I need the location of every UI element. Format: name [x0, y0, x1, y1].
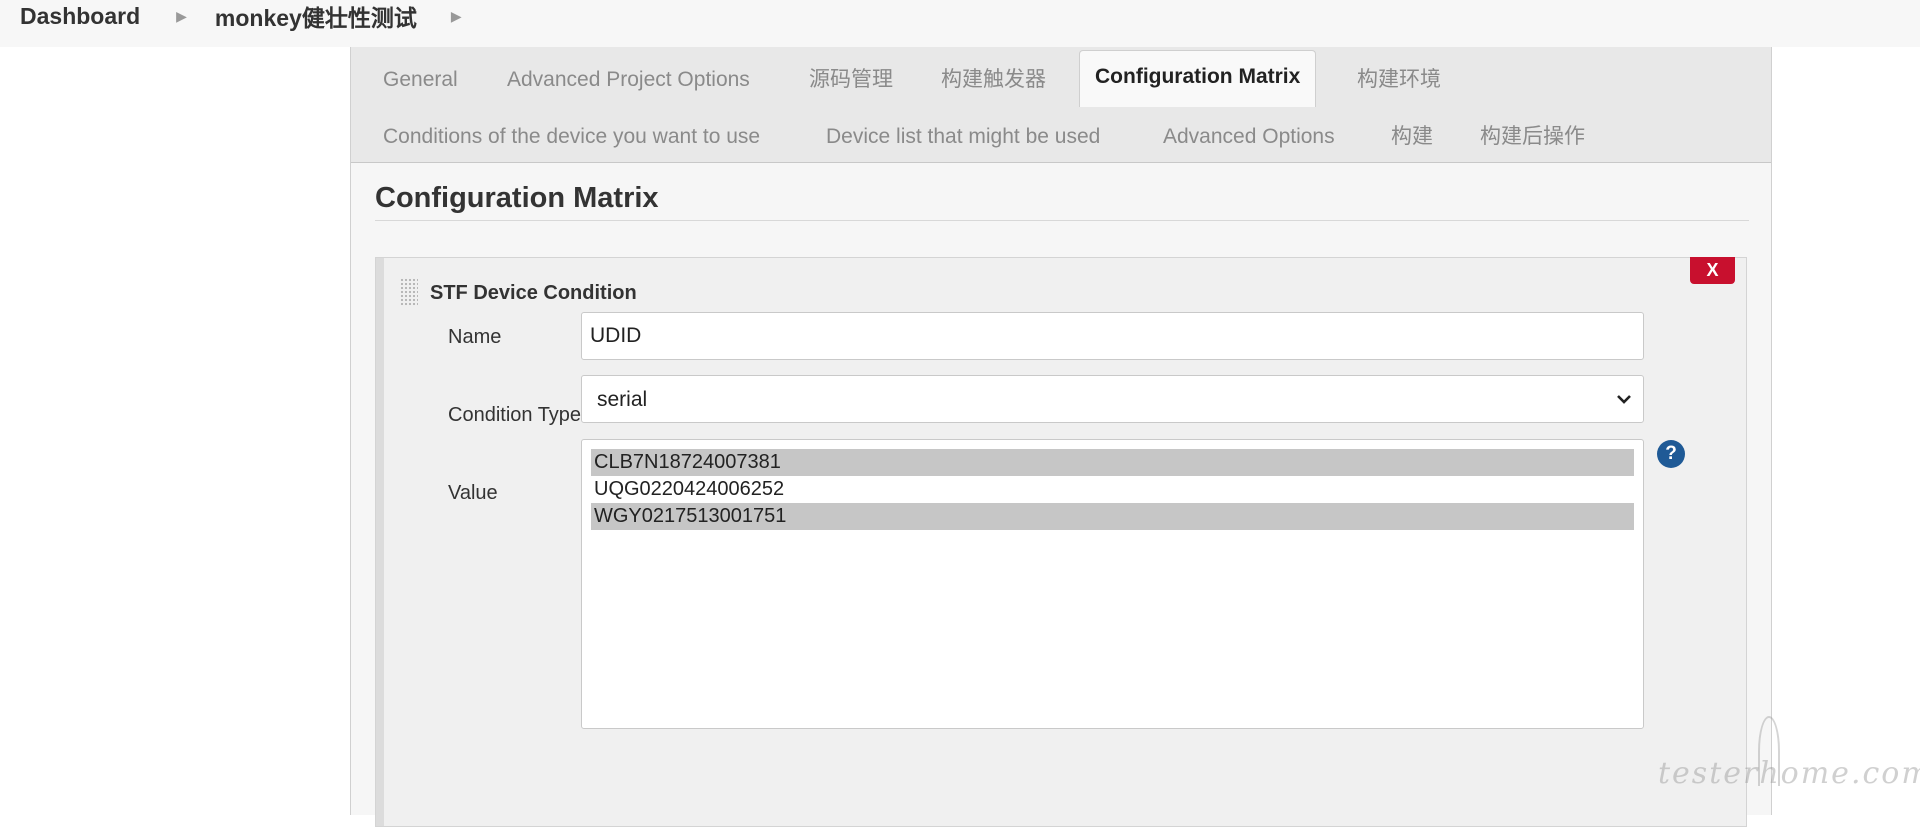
- value-label: Value: [448, 482, 498, 504]
- drag-handle-icon[interactable]: [400, 278, 418, 306]
- value-listbox[interactable]: CLB7N18724007381 UQG0220424006252 WGY021…: [581, 439, 1644, 729]
- breadcrumb: Dashboard ▶ monkey健壮性测试 ▶: [0, 0, 1920, 47]
- tab-advanced-options[interactable]: Advanced Options: [1163, 126, 1335, 147]
- section-title: Configuration Matrix: [375, 182, 659, 214]
- condition-title: STF Device Condition: [430, 282, 637, 304]
- condition-type-value: serial: [597, 388, 648, 411]
- delete-condition-button[interactable]: X: [1690, 257, 1735, 284]
- help-icon[interactable]: ?: [1657, 440, 1685, 468]
- card-left-border: [376, 258, 384, 826]
- tab-device-conditions[interactable]: Conditions of the device you want to use: [383, 126, 760, 147]
- tab-build[interactable]: 构建: [1391, 126, 1433, 147]
- chevron-right-icon[interactable]: ▶: [176, 8, 187, 25]
- tab-build-triggers[interactable]: 构建触发器: [941, 69, 1046, 90]
- watermark: testerhome.com: [1658, 756, 1920, 791]
- list-option[interactable]: UQG0220424006252: [591, 476, 1634, 503]
- breadcrumb-project[interactable]: monkey健壮性测试: [215, 0, 417, 33]
- condition-type-label: Condition Type: [448, 404, 582, 426]
- name-label: Name: [448, 326, 502, 348]
- chevron-right-icon[interactable]: ▶: [451, 8, 462, 25]
- condition-type-select[interactable]: serial: [581, 375, 1644, 423]
- name-input[interactable]: [581, 312, 1644, 360]
- list-option[interactable]: CLB7N18724007381: [591, 449, 1634, 476]
- tab-bar: General Advanced Project Options 源码管理 构建…: [351, 47, 1771, 163]
- tab-source-management[interactable]: 源码管理: [809, 69, 893, 90]
- tab-advanced-project-options[interactable]: Advanced Project Options: [507, 69, 750, 90]
- tab-configuration-matrix[interactable]: Configuration Matrix: [1079, 50, 1317, 107]
- tab-post-build-actions[interactable]: 构建后操作: [1480, 126, 1585, 147]
- config-panel: General Advanced Project Options 源码管理 构建…: [350, 47, 1772, 827]
- stf-device-condition-card: X STF Device Condition Name Condition Ty…: [375, 257, 1747, 827]
- section-divider: [375, 220, 1749, 221]
- chevron-down-icon: [1617, 395, 1631, 404]
- breadcrumb-dashboard[interactable]: Dashboard: [20, 3, 140, 30]
- tab-general[interactable]: General: [383, 69, 458, 90]
- tab-device-list[interactable]: Device list that might be used: [826, 126, 1100, 147]
- tab-build-environment[interactable]: 构建环境: [1357, 69, 1441, 90]
- list-option[interactable]: WGY0217513001751: [591, 503, 1634, 530]
